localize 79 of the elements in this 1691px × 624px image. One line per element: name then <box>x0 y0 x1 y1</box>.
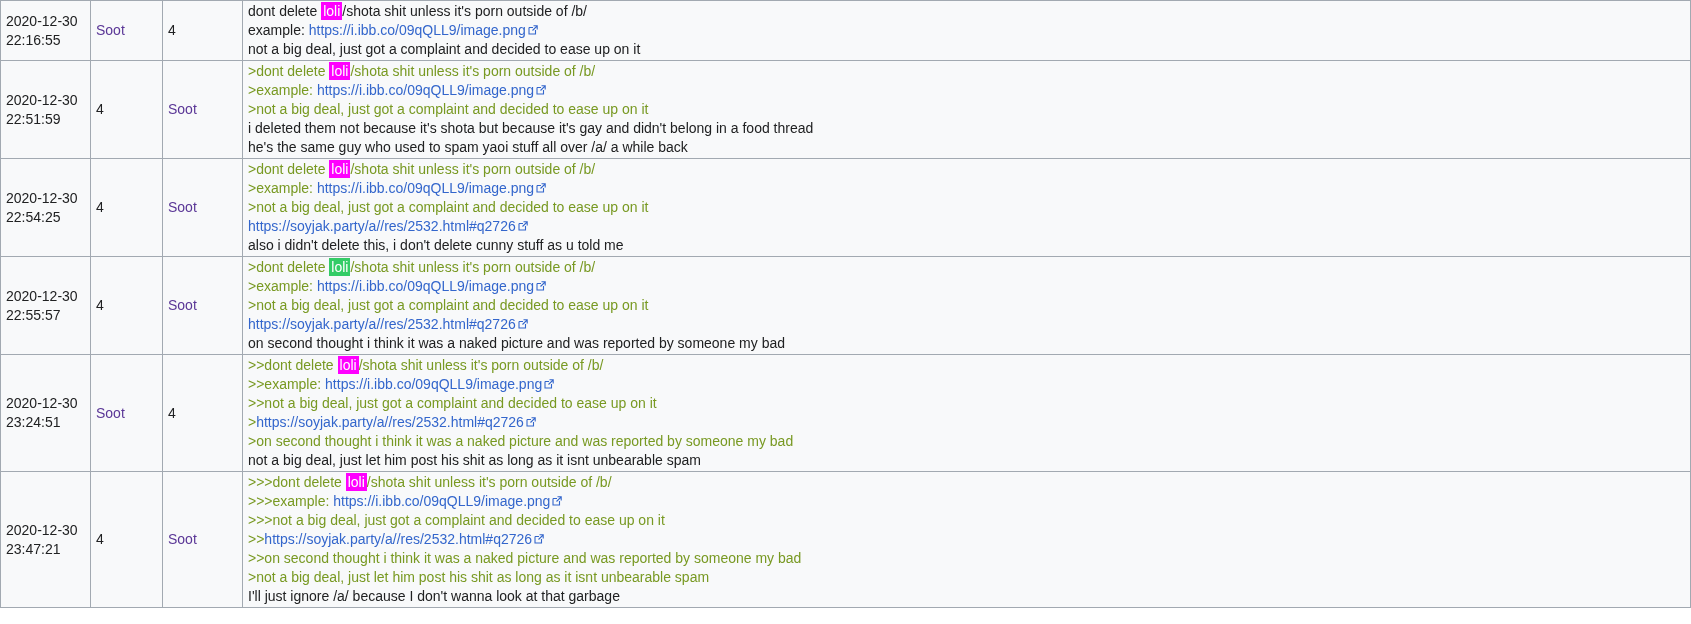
table-cell-text: 4 <box>96 101 104 117</box>
message-text: >dont delete <box>248 161 327 177</box>
table-cell-text: 4 <box>168 404 176 421</box>
message-text: /shota shit unless it's porn outside of /b/ <box>342 3 587 19</box>
external-link-icon <box>517 319 528 329</box>
user-link[interactable]: Soot <box>168 101 197 117</box>
message-text: /shota shit unless it's porn outside of /b/ <box>366 474 612 490</box>
table-cell-text: 4 <box>96 199 104 215</box>
user-link[interactable]: Soot <box>168 297 197 313</box>
external-link[interactable]: https://soyjak.party/a//res/2532.html#q2726 <box>256 414 524 430</box>
message-line: >not a big deal, just let him post his shit as long as it isnt unbearable spam <box>248 568 711 587</box>
message-text: >example: <box>248 180 314 196</box>
highlighted-word: loli <box>329 258 351 276</box>
external-link-icon <box>534 534 545 544</box>
external-link[interactable]: https://soyjak.party/a//res/2532.html#q2726 <box>264 531 533 547</box>
message-line: I'll just ignore /a/ because I don't wanna look at that garbage <box>248 587 621 606</box>
message-line: >>on second thought i think it was a naked picture and was reported by someone my bad <box>248 549 803 568</box>
message-text: >example: <box>248 278 314 294</box>
table-cell-text: 4 <box>96 297 104 313</box>
table-cell-text: 2020-12-30 22:16:55 <box>6 12 78 48</box>
message-line: on second thought i think it was a naked picture and was reported by someone my bad <box>248 334 786 353</box>
table-cell-text: 2020-12-30 22:51:59 <box>6 91 78 127</box>
message-text: >> <box>248 531 265 547</box>
message-text: /shota shit unless it's porn outside of /b/ <box>358 357 604 373</box>
message-text: /shota shit unless it's porn outside of /b/ <box>350 63 596 79</box>
user-link[interactable]: Soot <box>168 531 197 547</box>
message-text: >>>dont delete <box>248 474 343 490</box>
message-line: not a big deal, just let him post his shit as long as it isnt unbearable spam <box>248 451 702 470</box>
message-text: >>example: <box>248 376 323 392</box>
table-cell-text: 2020-12-30 22:55:57 <box>6 287 78 323</box>
table-cell-text: 2020-12-30 23:24:51 <box>6 395 78 430</box>
message-line: >not a big deal, just got a complaint and decided to ease up on it <box>248 198 650 217</box>
message-text: >example: <box>248 82 314 98</box>
external-link-icon <box>536 183 547 193</box>
message-text: /shota shit unless it's porn outside of /b/ <box>350 259 596 275</box>
message-text: example: <box>248 22 306 38</box>
external-link[interactable]: https://i.ibb.co/09qQLL9/image.png <box>325 376 543 392</box>
external-link-icon <box>544 379 555 389</box>
message-text: >>>example: <box>248 493 331 509</box>
external-link-icon <box>536 281 547 291</box>
message-line: not a big deal, just got a complaint and decided to ease up on it <box>248 40 642 59</box>
highlighted-word: loli <box>337 356 359 374</box>
highlighted-word: loli <box>321 2 343 20</box>
external-link[interactable]: https://i.ibb.co/09qQLL9/image.png <box>316 180 535 196</box>
user-link[interactable]: Soot <box>96 22 125 38</box>
table-cell-text: 4 <box>168 22 176 38</box>
external-link[interactable]: https://i.ibb.co/09qQLL9/image.png <box>333 493 551 509</box>
message-text: dont delete <box>248 3 319 19</box>
highlighted-word: loli <box>329 160 351 178</box>
message-line: >not a big deal, just got a complaint and decided to ease up on it <box>248 100 650 119</box>
table-cell-text: 2020-12-30 22:54:25 <box>6 189 78 225</box>
external-link[interactable]: https://i.ibb.co/09qQLL9/image.png <box>316 82 535 98</box>
external-link-icon <box>552 496 563 506</box>
message-line: >not a big deal, just got a complaint and decided to ease up on it <box>248 296 650 315</box>
user-link[interactable]: Soot <box>168 199 197 215</box>
message-text: /shota shit unless it's porn outside of /b/ <box>350 161 596 177</box>
external-link-icon <box>525 417 536 427</box>
message-line: he's the same guy who used to spam yaoi stuff all over /a/ a while back <box>248 138 689 157</box>
message-text: >dont delete <box>248 63 327 79</box>
external-link-icon <box>536 85 547 95</box>
message-text: >>dont delete <box>248 357 335 373</box>
highlighted-word: loli <box>329 62 351 80</box>
user-link[interactable]: Soot <box>96 404 125 421</box>
external-link[interactable]: https://i.ibb.co/09qQLL9/image.png <box>308 22 526 38</box>
message-text: > <box>248 414 257 430</box>
message-line: also i didn't delete this, i don't delete cunny stuff as u told me <box>248 236 625 255</box>
table-cell-text: 2020-12-30 23:47:21 <box>6 521 78 557</box>
external-link-icon <box>517 221 528 231</box>
message-line: >on second thought i think it was a naked picture and was reported by someone my bad <box>248 432 795 451</box>
external-link[interactable]: https://soyjak.party/a//res/2532.html#q2726 <box>248 316 516 332</box>
message-text: >dont delete <box>248 259 327 275</box>
external-link[interactable]: https://i.ibb.co/09qQLL9/image.png <box>316 278 535 294</box>
message-line: i deleted them not because it's shota but because it's gay and didn't belong in a food thread <box>248 119 815 138</box>
message-line: >>not a big deal, just got a complaint and decided to ease up on it <box>248 394 658 413</box>
message-line: >>>not a big deal, just got a complaint and decided to ease up on it <box>248 511 666 530</box>
highlighted-word: loli <box>345 473 367 491</box>
external-link[interactable]: https://soyjak.party/a//res/2532.html#q2726 <box>248 218 516 234</box>
table-cell-text: 4 <box>96 531 104 547</box>
external-link-icon <box>527 25 538 35</box>
